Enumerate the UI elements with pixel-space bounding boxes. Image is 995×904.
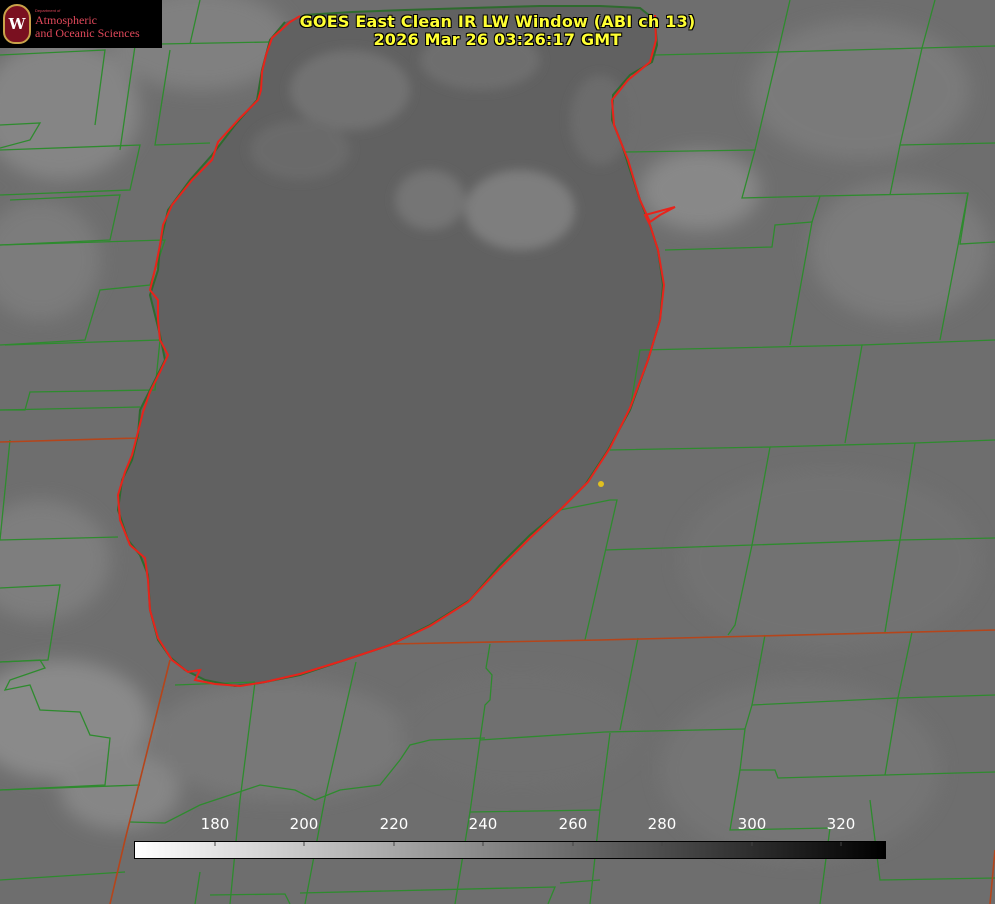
- colorbar-tick-label: 280: [647, 815, 677, 833]
- logo-name-line2: and Oceanic Sciences: [35, 25, 140, 40]
- university-seal-icon: W: [3, 4, 31, 44]
- colorbar-tick-label: 300: [737, 815, 767, 833]
- image-timestamp: 2026 Mar 26 03:26:17 GMT: [373, 30, 622, 49]
- colorbar-tick-label: 200: [289, 815, 319, 833]
- colorbar-tick-label: 240: [468, 815, 498, 833]
- logo-name-line1: Atmospheric: [35, 12, 97, 27]
- image-title: GOES East Clean IR LW Window (ABI ch 13): [299, 12, 696, 31]
- colorbar-tick-label: 260: [558, 815, 588, 833]
- logo-department-label: Department of: [35, 7, 61, 13]
- colorbar-tick-label: 320: [826, 815, 856, 833]
- ir-satellite-map: [0, 0, 995, 904]
- colorbar-tick-label: 180: [200, 815, 230, 833]
- colorbar: [134, 841, 886, 859]
- satellite-image-view: 180 200 220 240 260 280 300 320 GOES Eas…: [0, 0, 995, 904]
- location-marker: [598, 481, 604, 487]
- department-logo: W Department of Atmospheric and Oceanic …: [0, 0, 162, 48]
- logo-text: Department of Atmospheric and Oceanic Sc…: [35, 7, 140, 40]
- colorbar-tick-label: 220: [379, 815, 409, 833]
